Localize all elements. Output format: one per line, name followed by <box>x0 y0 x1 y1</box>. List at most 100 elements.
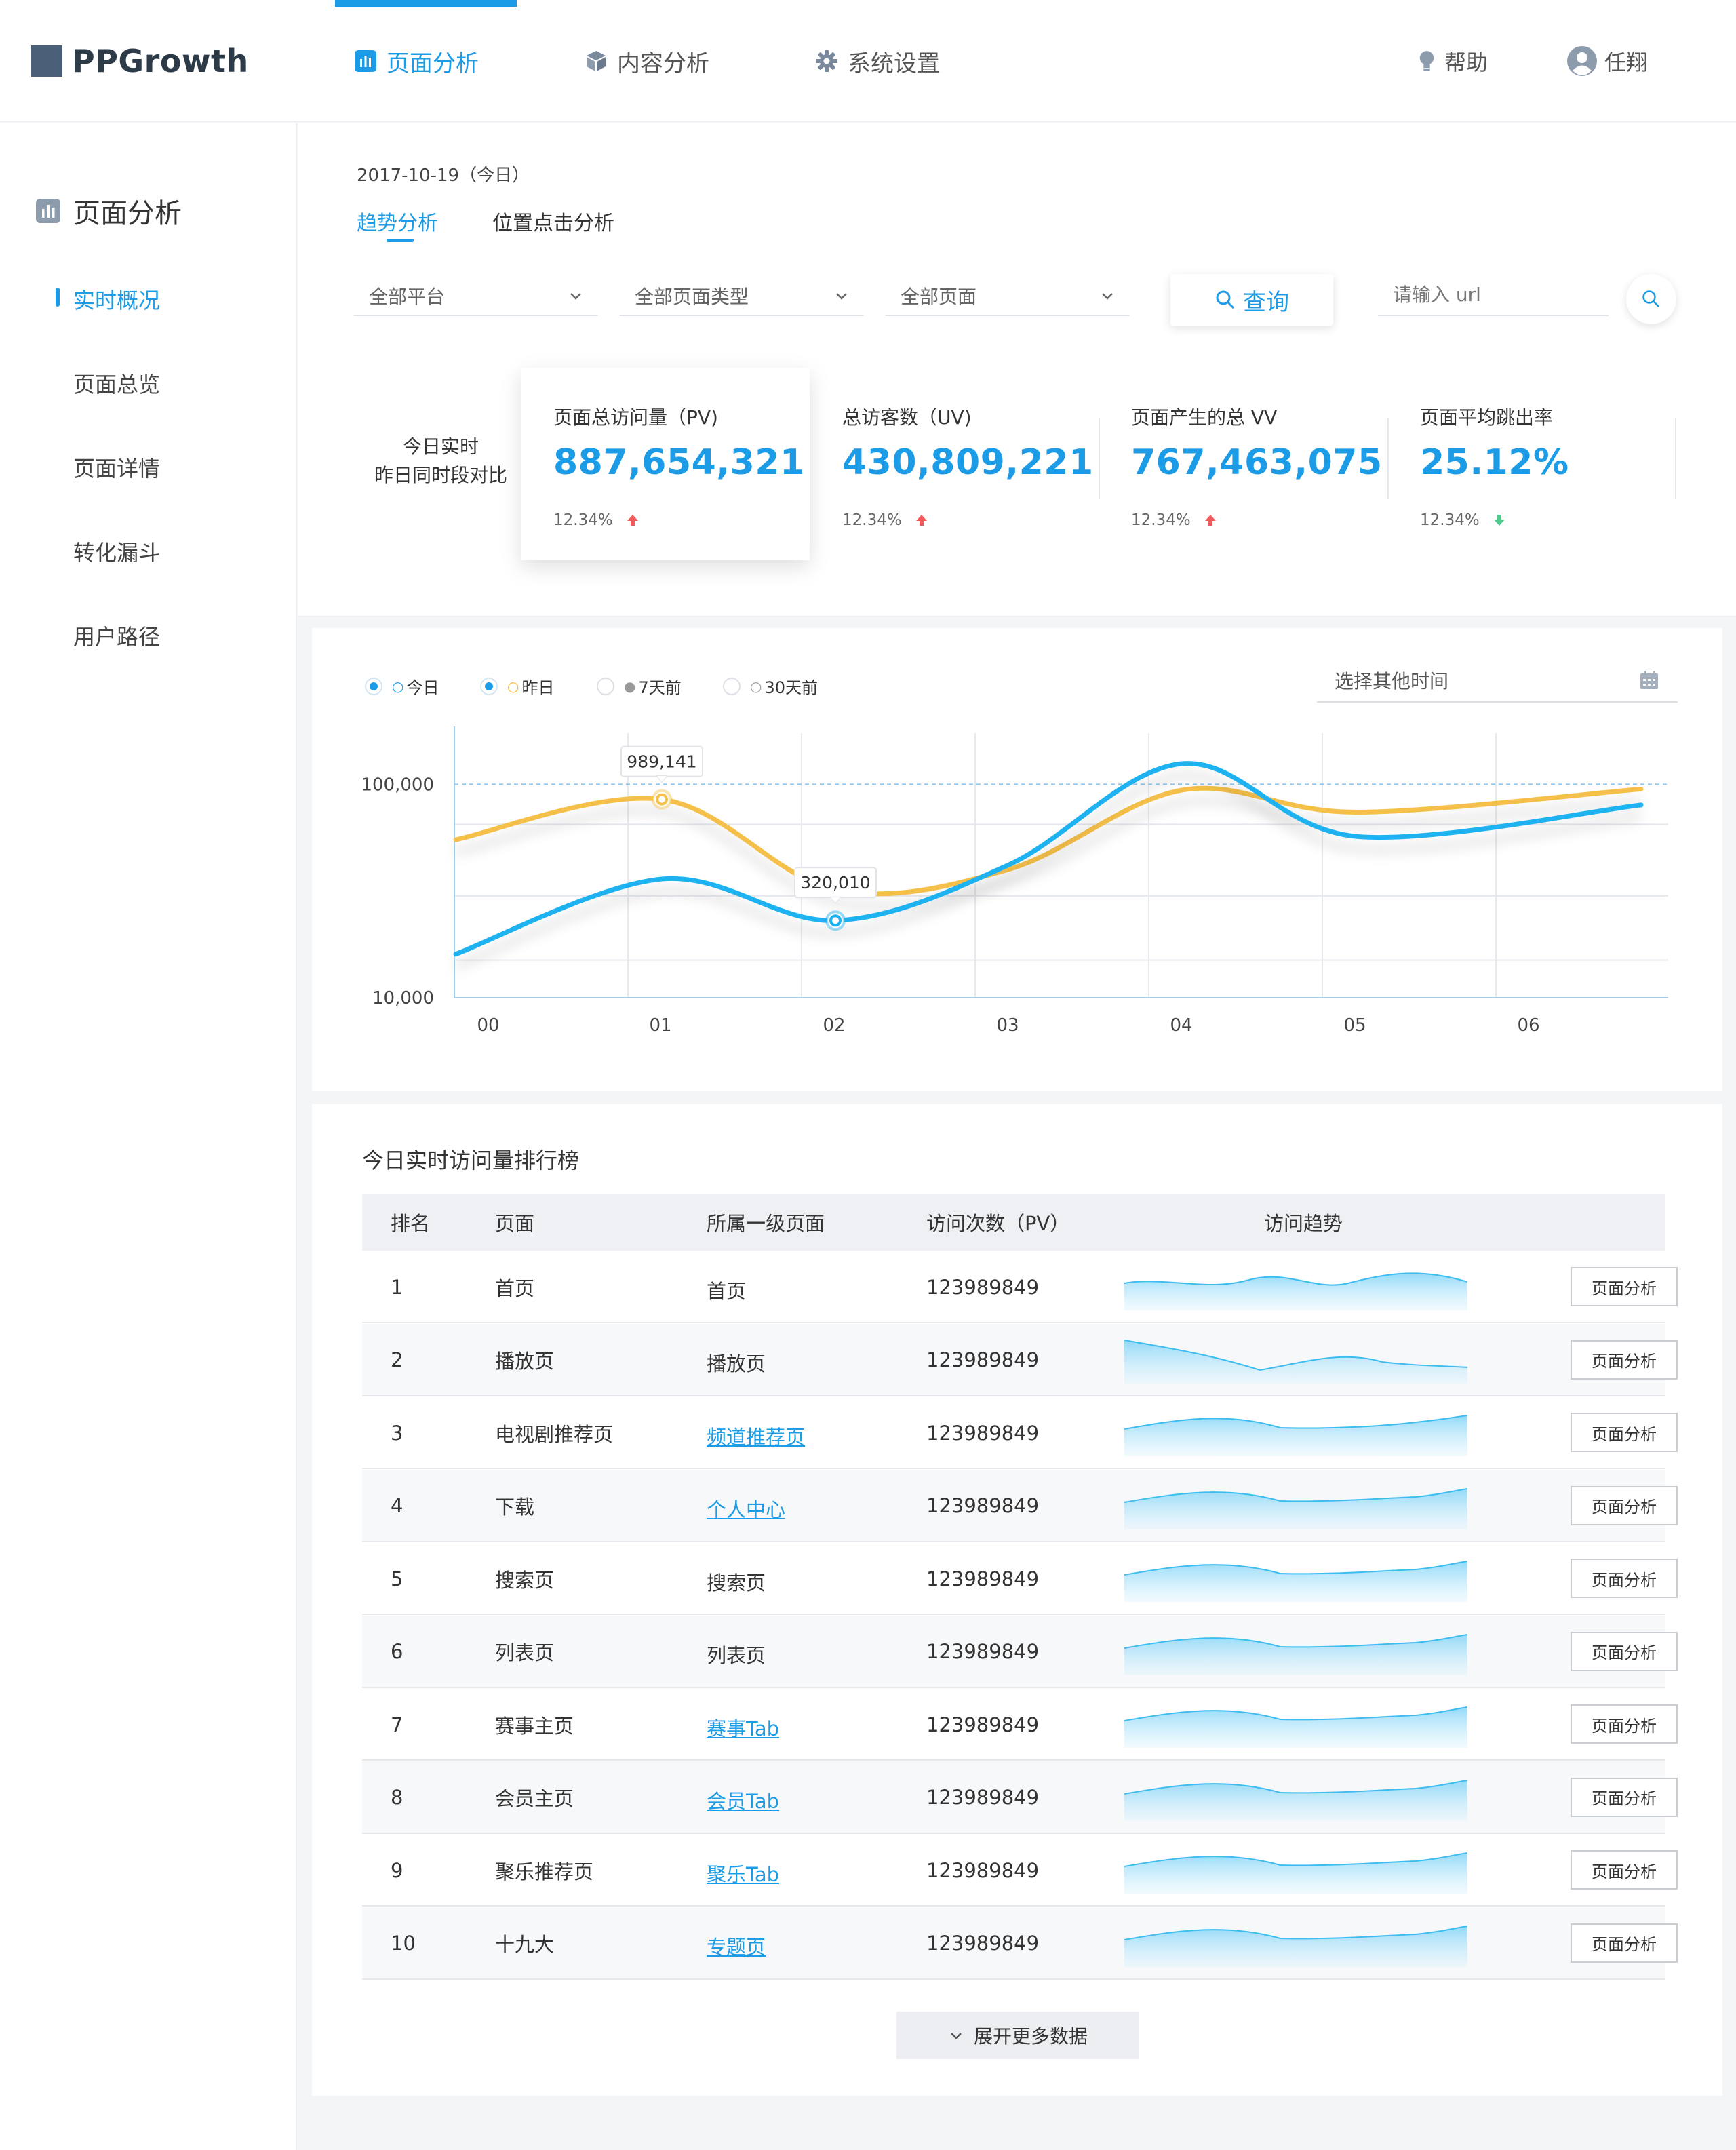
page-analysis-button[interactable]: 页面分析 <box>1571 1777 1678 1817</box>
brand-logo[interactable]: PPGrowth <box>31 41 249 81</box>
table-row: 6 列表页 列表页 123989849 页面分析 <box>362 1615 1678 1688</box>
sidebar-item-details[interactable]: 页面详情 <box>73 452 160 483</box>
sparkline-chart <box>1124 1633 1467 1675</box>
page-type-select[interactable]: 全部页面类型 <box>620 277 864 316</box>
col-pv: 访问次数（PV） <box>926 1212 1070 1235</box>
sparkline-chart <box>1124 1779 1467 1821</box>
page-analysis-button[interactable]: 页面分析 <box>1571 1559 1678 1598</box>
nav-page-analysis[interactable]: 页面分析 <box>354 41 479 81</box>
ranking-title: 今日实时访问量排行榜 <box>362 1148 580 1173</box>
sidebar-item-realtime[interactable]: 实时概况 <box>73 284 160 315</box>
nav-system-settings[interactable]: 系统设置 <box>815 41 940 81</box>
cell-page: 聚乐推荐页 <box>495 1860 594 1883</box>
page-analysis-button[interactable]: 页面分析 <box>1571 1850 1678 1890</box>
help-label: 帮助 <box>1444 50 1488 75</box>
page-analysis-button[interactable]: 页面分析 <box>1571 1631 1678 1671</box>
nav-label: 系统设置 <box>848 50 940 77</box>
platform-select[interactable]: 全部平台 <box>354 277 598 316</box>
bulb-icon <box>1419 51 1434 71</box>
cell-pv: 123989849 <box>926 1567 1040 1590</box>
cell-parent-page[interactable]: 会员Tab <box>707 1764 779 1837</box>
arrow-up-icon <box>627 515 638 526</box>
sparkline-chart <box>1124 1925 1467 1967</box>
nav-label: 页面分析 <box>387 50 479 77</box>
sidebar-title-label: 页面分析 <box>73 198 182 229</box>
x-tick-label: 01 <box>649 1015 671 1036</box>
tab-trend-analysis[interactable]: 趋势分析 <box>357 206 438 236</box>
cell-parent-page[interactable]: 专题页 <box>707 1910 766 1982</box>
nav-label: 内容分析 <box>617 50 709 77</box>
current-date: 2017-10-19（今日） <box>357 165 530 186</box>
cell-parent-page[interactable]: 频道推荐页 <box>707 1399 805 1472</box>
kpi-delta-value: 12.34% <box>1420 511 1480 529</box>
page-select[interactable]: 全部页面 <box>886 277 1130 316</box>
y-tick-label: 100,000 <box>361 775 434 795</box>
sidebar-item-user-path[interactable]: 用户路径 <box>73 620 160 651</box>
sparkline-chart <box>1124 1706 1467 1748</box>
cell-parent-page[interactable]: 个人中心 <box>707 1472 785 1545</box>
kpi-card-uv[interactable]: 总访客数（UV) 430,809,221 12.34% <box>810 368 1099 560</box>
page-select-value: 全部页面 <box>901 286 977 308</box>
sidebar-item-overview[interactable]: 页面总览 <box>73 368 160 399</box>
kpi-delta-value: 12.34% <box>553 511 613 529</box>
kpi-card-vv[interactable]: 页面产生的总 VV 767,463,075 12.34% <box>1099 368 1387 560</box>
load-more-button[interactable]: 展开更多数据 <box>896 2012 1139 2059</box>
platform-select-value: 全部平台 <box>369 286 446 308</box>
table-row: 10 十九大 专题页 123989849 页面分析 <box>362 1907 1678 1982</box>
sparkline-chart <box>1124 1561 1467 1602</box>
kpi-card-bounce[interactable]: 页面平均跳出率 25.12% 12.34% <box>1387 368 1676 560</box>
sidebar-item-funnel[interactable]: 转化漏斗 <box>73 536 160 567</box>
cell-page: 十九大 <box>495 1933 555 1956</box>
page-analysis-button[interactable]: 页面分析 <box>1571 1340 1678 1380</box>
trend-line-chart: 100,000 10,000 00 01 02 03 04 05 06 989,141 320,01… <box>361 726 1668 1036</box>
table-row: 5 搜索页 搜索页 123989849 页面分析 <box>362 1542 1678 1615</box>
url-search-button[interactable] <box>1626 274 1676 324</box>
gear-icon <box>816 50 837 72</box>
chevron-down-icon <box>570 293 581 300</box>
logo-square-icon <box>31 45 62 77</box>
page-analysis-button[interactable]: 页面分析 <box>1571 1267 1678 1306</box>
x-tick-label: 02 <box>823 1015 845 1036</box>
help-link[interactable]: 帮助 <box>1417 41 1488 81</box>
search-icon <box>1642 290 1659 307</box>
cell-rank: 8 <box>391 1786 403 1809</box>
kpi-delta: 12.34% <box>1131 511 1218 529</box>
page-analysis-button[interactable]: 页面分析 <box>1571 1485 1678 1525</box>
cell-parent-page: 首页 <box>707 1279 747 1303</box>
tooltip-pointer <box>655 775 669 783</box>
table-row: 9 聚乐推荐页 聚乐Tab 123989849 页面分析 <box>362 1834 1678 1909</box>
compare-label-today: 今日实时 <box>402 435 479 458</box>
page-type-select-value: 全部页面类型 <box>635 286 749 308</box>
user-avatar-icon <box>1567 46 1597 76</box>
cell-rank: 6 <box>391 1640 403 1663</box>
cell-parent-page[interactable]: 赛事Tab <box>707 1691 779 1763</box>
cell-page: 列表页 <box>495 1641 555 1664</box>
user-menu[interactable]: 任翔 <box>1566 41 1648 81</box>
cell-page: 搜索页 <box>495 1568 555 1592</box>
user-name: 任翔 <box>1604 50 1649 75</box>
cell-parent-page[interactable]: 聚乐Tab <box>707 1837 779 1909</box>
sidebar-title: 页面分析 <box>35 191 182 231</box>
page-analysis-button[interactable]: 页面分析 <box>1571 1704 1678 1744</box>
kpi-value: 430,809,221 <box>842 442 1094 483</box>
kpi-label: 页面总访问量（PV) <box>553 406 718 429</box>
tab-click-analysis[interactable]: 位置点击分析 <box>492 206 614 236</box>
table-row: 8 会员主页 会员Tab 123989849 页面分析 <box>362 1761 1678 1837</box>
top-navbar: PPGrowth 页面分析 内容分析 系统设置 帮助 任翔 <box>0 0 1736 122</box>
cell-page: 首页 <box>495 1276 535 1300</box>
kpi-delta-value: 12.34% <box>842 511 902 529</box>
sparkline-chart <box>1124 1487 1467 1529</box>
search-icon <box>1216 290 1235 309</box>
kpi-value: 887,654,321 <box>553 442 805 483</box>
cell-pv: 123989849 <box>926 1786 1040 1809</box>
cell-parent-page: 搜索页 <box>707 1571 766 1595</box>
ranking-panel: 今日实时访问量排行榜 排名 页面 所属一级页面 访问次数（PV） 访问趋势 1 首… <box>312 1104 1722 2096</box>
page-analysis-button[interactable]: 页面分析 <box>1571 1923 1678 1963</box>
nav-content-analysis[interactable]: 内容分析 <box>585 41 709 81</box>
kpi-card-pv[interactable]: 页面总访问量（PV) 887,654,321 12.34% <box>521 368 810 560</box>
kpi-divider <box>1675 418 1676 499</box>
page-analysis-button[interactable]: 页面分析 <box>1571 1413 1678 1452</box>
url-input[interactable] <box>1378 274 1609 316</box>
query-button[interactable]: 查询 <box>1170 274 1333 326</box>
cell-page: 会员主页 <box>495 1787 574 1810</box>
